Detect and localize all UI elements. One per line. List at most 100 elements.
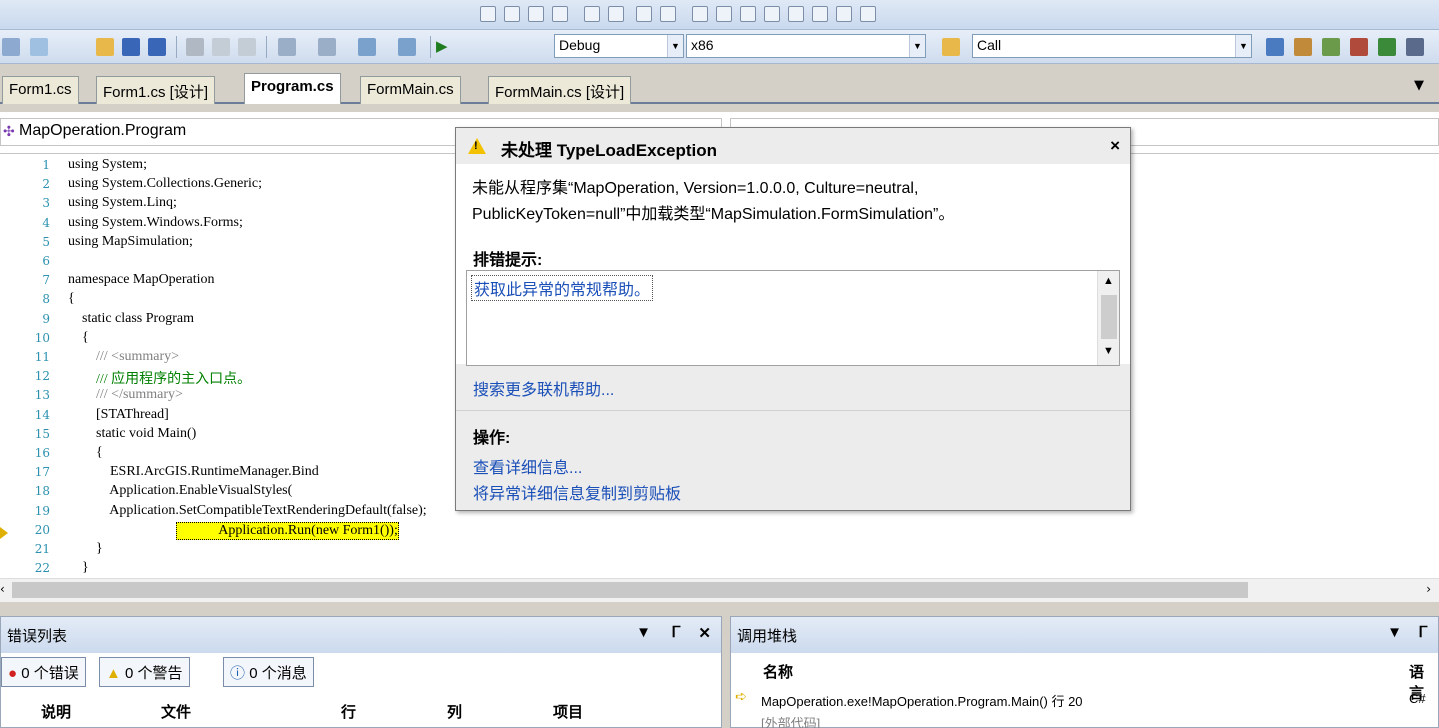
start-page-icon[interactable] xyxy=(1378,38,1396,56)
toolbar-icon[interactable] xyxy=(528,6,544,22)
navigate-forward-icon[interactable] xyxy=(398,38,416,56)
copy-icon[interactable] xyxy=(212,38,230,56)
start-debug-icon[interactable]: ▶ xyxy=(436,37,448,55)
tab-program-cs[interactable]: Program.cs xyxy=(244,73,341,104)
code-line[interactable]: using System.Linq; xyxy=(68,195,177,211)
code-line[interactable]: ESRI.ArcGIS.RuntimeManager.Bind xyxy=(68,464,319,480)
solution-config-select[interactable]: Debug ▼ xyxy=(554,34,684,58)
toolbar-icon[interactable] xyxy=(788,6,804,22)
code-line[interactable]: Application.SetCompatibleTextRenderingDe… xyxy=(68,503,426,519)
toolbar-icon[interactable] xyxy=(836,6,852,22)
call-stack-row[interactable]: [外部代码] xyxy=(731,711,1438,728)
column-file[interactable]: 文件 xyxy=(161,691,191,728)
undo-icon[interactable] xyxy=(278,38,296,56)
code-line[interactable]: using System.Collections.Generic; xyxy=(68,176,262,192)
column-line[interactable]: 行 xyxy=(341,691,356,728)
toolbar-icon[interactable] xyxy=(1406,38,1424,56)
toolbar-icon[interactable] xyxy=(504,6,520,22)
chevron-down-icon[interactable]: ▼ xyxy=(1235,35,1251,57)
code-line[interactable]: } xyxy=(68,560,89,576)
toolbar-icon[interactable] xyxy=(812,6,828,22)
vertical-scrollbar[interactable]: ▲ ▼ xyxy=(1097,271,1119,365)
code-line[interactable]: namespace MapOperation xyxy=(68,272,215,288)
code-line[interactable]: /// 应用程序的主入口点。 xyxy=(68,368,251,388)
code-line[interactable]: { xyxy=(68,445,103,461)
messages-filter-button[interactable]: ⓘ 0 个消息 xyxy=(223,657,314,687)
copy-exception-link[interactable]: 将异常详细信息复制到剪贴板 xyxy=(473,480,681,504)
toolbar-icon[interactable] xyxy=(552,6,568,22)
code-line[interactable]: { xyxy=(68,330,89,346)
window-position-icon[interactable]: ▼ xyxy=(1387,624,1402,641)
auto-hide-pin-icon[interactable]: Ꮁ xyxy=(1419,624,1428,641)
find-combo[interactable]: Call ▼ xyxy=(972,34,1252,58)
scroll-thumb[interactable] xyxy=(1101,295,1117,339)
column-name[interactable]: 名称 xyxy=(763,661,793,682)
object-browser-icon[interactable] xyxy=(1322,38,1340,56)
code-line[interactable]: using System.Windows.Forms; xyxy=(68,215,243,231)
warnings-filter-button[interactable]: ▲ 0 个警告 xyxy=(99,657,190,687)
toolbox-icon[interactable] xyxy=(1350,38,1368,56)
scroll-down-icon[interactable]: ▼ xyxy=(1103,345,1114,357)
solution-explorer-icon[interactable] xyxy=(1266,38,1284,56)
paste-icon[interactable] xyxy=(238,38,256,56)
indent-icon[interactable] xyxy=(584,6,600,22)
toolbar-icon[interactable] xyxy=(764,6,780,22)
troubleshooting-list[interactable]: 获取此异常的常规帮助。 ▲ ▼ xyxy=(466,270,1120,366)
close-icon[interactable]: ✕ xyxy=(698,624,711,642)
close-icon[interactable]: × xyxy=(1110,136,1120,156)
toolbar-icon[interactable] xyxy=(740,6,756,22)
navigate-backward-icon[interactable] xyxy=(358,38,376,56)
code-line[interactable]: /// </summary> xyxy=(68,387,183,403)
scroll-right-icon[interactable]: › xyxy=(1426,582,1431,596)
code-line[interactable]: static class Program xyxy=(68,311,194,327)
chevron-down-icon[interactable]: ▼ xyxy=(667,35,683,57)
column-column[interactable]: 列 xyxy=(447,691,462,728)
scroll-thumb[interactable] xyxy=(12,582,1248,598)
save-icon[interactable] xyxy=(122,38,140,56)
code-line[interactable]: { xyxy=(68,291,75,307)
toolbar-icon[interactable] xyxy=(716,6,732,22)
auto-hide-pin-icon[interactable]: Ꮁ xyxy=(672,624,681,641)
toolbar-icon[interactable] xyxy=(860,6,876,22)
window-position-icon[interactable]: ▼ xyxy=(636,624,651,641)
properties-icon[interactable] xyxy=(1294,38,1312,56)
call-stack-row[interactable]: ➪ MapOperation.exe!MapOperation.Program.… xyxy=(731,689,1438,709)
panel-splitter[interactable] xyxy=(0,602,1439,616)
cut-icon[interactable] xyxy=(186,38,204,56)
code-line[interactable]: [STAThread] xyxy=(68,407,169,423)
outdent-icon[interactable] xyxy=(608,6,624,22)
uncomment-icon[interactable] xyxy=(660,6,676,22)
code-line[interactable]: } xyxy=(68,541,103,557)
redo-icon[interactable] xyxy=(318,38,336,56)
search-online-help-link[interactable]: 搜索更多联机帮助... xyxy=(473,376,614,400)
toolbar-icon[interactable] xyxy=(480,6,496,22)
code-line[interactable]: Application.Run(new Form1()); xyxy=(176,521,399,540)
tab-form1-cs[interactable]: Form1.cs xyxy=(2,76,79,104)
tab-formmain-design[interactable]: FormMain.cs [设计] xyxy=(488,76,632,104)
column-description[interactable]: 说明 xyxy=(41,691,71,728)
scroll-up-icon[interactable]: ▲ xyxy=(1103,275,1114,287)
troubleshooting-tip-link[interactable]: 获取此异常的常规帮助。 xyxy=(471,275,654,301)
new-project-icon[interactable] xyxy=(2,38,20,56)
chevron-down-icon[interactable]: ▼ xyxy=(909,35,925,57)
code-line[interactable]: Application.EnableVisualStyles( xyxy=(68,483,292,499)
code-line[interactable]: static void Main() xyxy=(68,426,196,442)
add-item-icon[interactable] xyxy=(30,38,48,56)
scroll-left-icon[interactable]: ‹ xyxy=(0,582,5,596)
code-line[interactable]: using System; xyxy=(68,157,147,173)
code-line[interactable]: /// <summary> xyxy=(68,349,179,365)
view-details-link[interactable]: 查看详细信息... xyxy=(473,454,582,478)
tab-form1-design[interactable]: Form1.cs [设计] xyxy=(96,76,216,104)
code-line[interactable]: using MapSimulation; xyxy=(68,234,193,250)
comment-icon[interactable] xyxy=(636,6,652,22)
find-in-files-icon[interactable] xyxy=(942,38,960,56)
errors-filter-button[interactable]: ● 0 个错误 xyxy=(1,657,86,687)
toolbar-icon[interactable] xyxy=(692,6,708,22)
tab-overflow-icon[interactable]: ▼ xyxy=(1414,78,1424,93)
platform-select[interactable]: x86 ▼ xyxy=(686,34,926,58)
horizontal-scrollbar[interactable]: ‹ › xyxy=(0,578,1439,602)
column-project[interactable]: 项目 xyxy=(553,691,583,728)
tab-formmain-cs[interactable]: FormMain.cs xyxy=(360,76,461,104)
open-file-icon[interactable] xyxy=(96,38,114,56)
save-all-icon[interactable] xyxy=(148,38,166,56)
